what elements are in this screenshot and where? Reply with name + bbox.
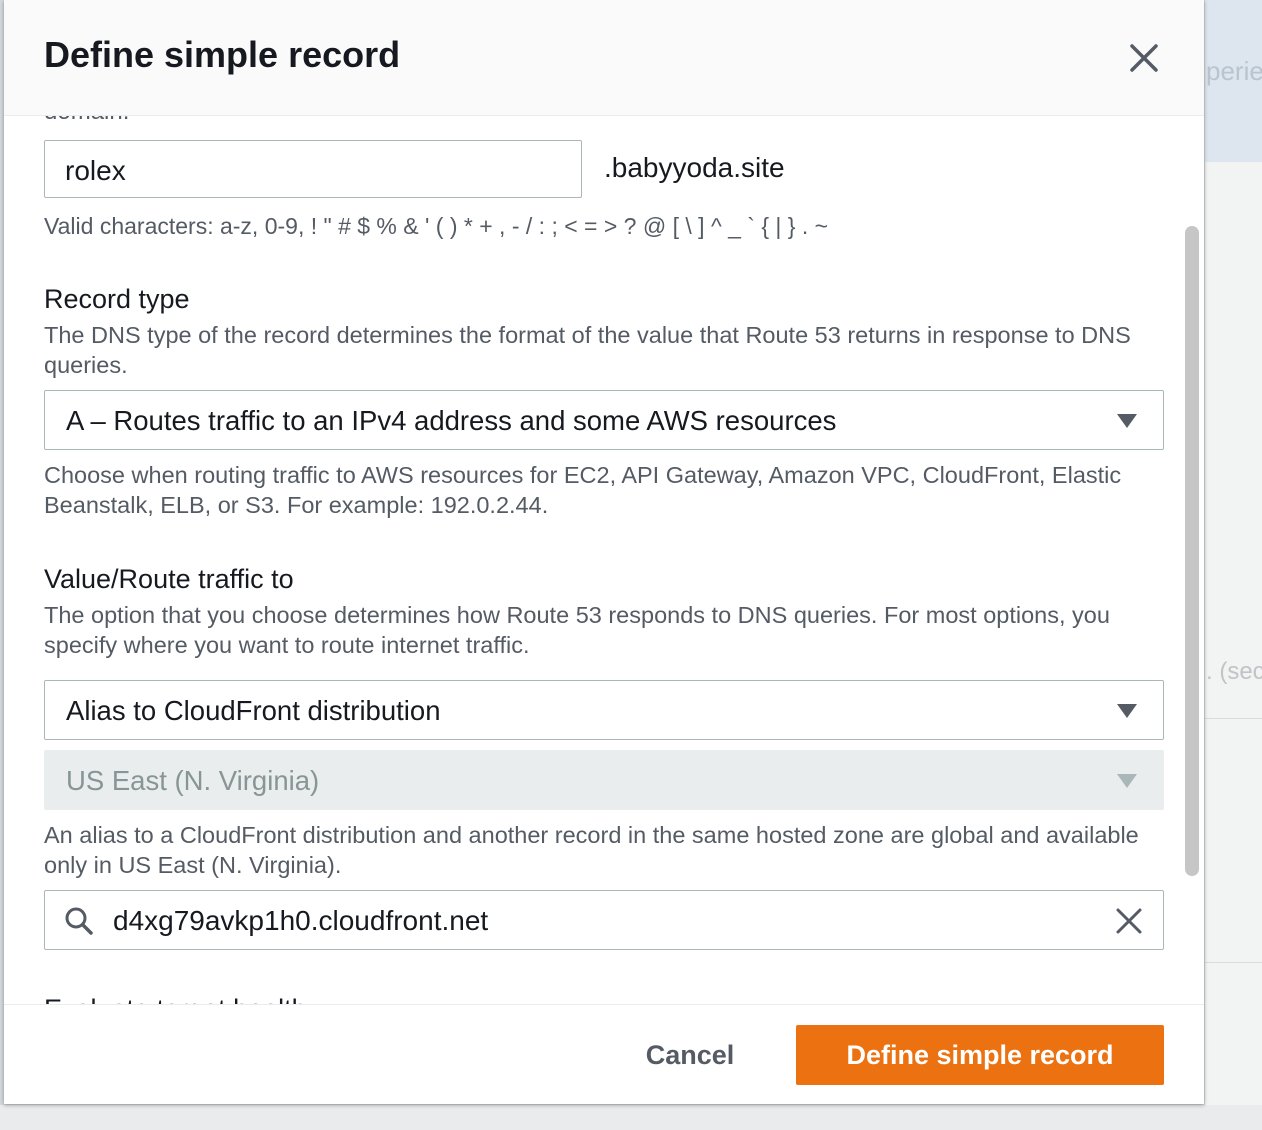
value-route-label: Value/Route traffic to <box>44 564 294 594</box>
domain-suffix: .babyyoda.site <box>604 152 785 183</box>
region-value: US East (N. Virginia) <box>66 765 320 796</box>
endpoint-value: Alias to CloudFront distribution <box>66 695 441 726</box>
value-route-description: The option that you choose determines ho… <box>44 602 1110 658</box>
region-select: US East (N. Virginia) <box>44 750 1164 810</box>
modal-header: Define simple record <box>4 0 1204 116</box>
background-divider <box>1205 962 1262 963</box>
record-type-description: The DNS type of the record determines th… <box>44 322 1131 378</box>
cancel-button[interactable]: Cancel <box>624 1025 756 1085</box>
search-icon <box>65 907 93 935</box>
define-simple-record-modal: Define simple record domain. rolex .baby… <box>4 0 1204 1104</box>
define-simple-record-button[interactable]: Define simple record <box>796 1025 1164 1085</box>
modal-footer: Cancel Define simple record <box>4 1004 1204 1104</box>
modal-scrollbar[interactable] <box>1185 226 1199 876</box>
record-name-description: domain. <box>44 116 129 126</box>
clear-icon[interactable] <box>1113 905 1145 937</box>
background-divider <box>1205 718 1262 719</box>
caret-down-icon <box>1117 774 1137 788</box>
distribution-value: d4xg79avkp1h0.cloudfront.net <box>113 905 489 936</box>
record-type-label: Record type <box>44 284 190 314</box>
close-icon <box>1130 44 1158 72</box>
record-type-hint: Choose when routing traffic to AWS resou… <box>44 462 1122 518</box>
record-type-value: A – Routes traffic to an IPv4 address an… <box>66 405 837 436</box>
background-text: perie <box>1206 56 1262 86</box>
background-page <box>1205 162 1262 1130</box>
record-type-select[interactable]: A – Routes traffic to an IPv4 address an… <box>44 390 1164 450</box>
background-text: . (sec <box>1206 658 1262 685</box>
evaluate-target-health-label: Evaluate target health <box>44 994 307 1004</box>
distribution-search-input[interactable]: d4xg79avkp1h0.cloudfront.net <box>44 890 1164 950</box>
modal-body: domain. rolex .babyyoda.site Valid chara… <box>4 116 1204 1004</box>
record-name-hint: Valid characters: a-z, 0-9, ! " # $ % & … <box>44 213 829 239</box>
record-name-input[interactable]: rolex <box>44 140 582 198</box>
endpoint-select[interactable]: Alias to CloudFront distribution <box>44 680 1164 740</box>
background-footer <box>0 1105 1262 1130</box>
region-hint: An alias to a CloudFront distribution an… <box>44 822 1139 878</box>
caret-down-icon <box>1117 704 1137 718</box>
modal-title: Define simple record <box>44 34 401 75</box>
close-button[interactable] <box>1122 36 1166 80</box>
caret-down-icon <box>1117 414 1137 428</box>
